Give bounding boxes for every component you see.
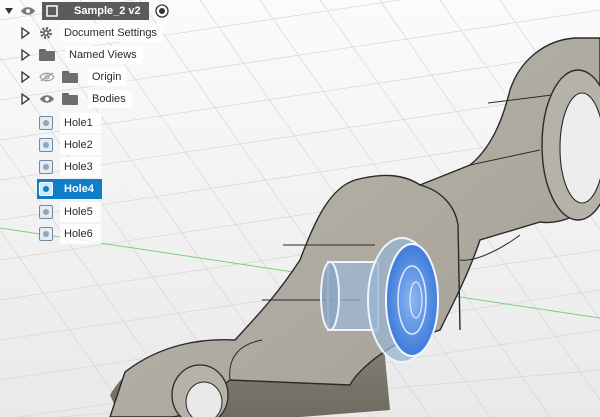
document-title: Sample_2 v2: [74, 5, 141, 17]
body-item-label: Hole6: [60, 224, 101, 244]
body-item-hole6[interactable]: Hole6: [0, 224, 101, 244]
document-node[interactable]: Sample_2 v2: [42, 2, 149, 20]
visibility-eye-icon[interactable]: [20, 6, 36, 16]
browser-item-origin[interactable]: Origin: [0, 67, 128, 87]
folder-icon: [39, 49, 55, 61]
body-item-label: Hole4: [60, 179, 102, 199]
collapse-arrow-icon[interactable]: [4, 5, 14, 17]
browser-item-named-views[interactable]: Named Views: [0, 45, 143, 65]
body-item-hole1[interactable]: Hole1: [0, 113, 101, 133]
body-icon: [39, 205, 53, 219]
body-item-label: Hole5: [60, 202, 101, 222]
document-icon: [46, 5, 58, 17]
body-item-label: Hole3: [60, 157, 101, 177]
active-target-icon[interactable]: [155, 4, 169, 18]
body-icon: [39, 227, 53, 241]
browser-root[interactable]: Sample_2 v2: [0, 1, 169, 21]
gear-icon: [39, 26, 53, 40]
hidden-eye-icon[interactable]: [39, 72, 55, 82]
expand-arrow-icon[interactable]: [20, 93, 30, 105]
expand-arrow-icon[interactable]: [20, 27, 30, 39]
body-item-label: Hole2: [60, 135, 101, 155]
body-item-hole5[interactable]: Hole5: [0, 202, 101, 222]
folder-icon: [62, 93, 78, 105]
body-item-hole2[interactable]: Hole2: [0, 135, 101, 155]
body-icon: [39, 160, 53, 174]
folder-icon: [62, 71, 78, 83]
expand-arrow-icon[interactable]: [20, 49, 30, 61]
browser-panel: Sample_2 v2 Document Settings Named View…: [0, 0, 600, 417]
body-item-hole4[interactable]: Hole4: [37, 179, 102, 199]
body-item-hole3[interactable]: Hole3: [0, 157, 101, 177]
body-icon: [39, 116, 53, 130]
expand-arrow-icon[interactable]: [20, 71, 30, 83]
browser-item-label: Origin: [88, 68, 128, 86]
browser-item-label: Bodies: [88, 90, 132, 108]
browser-item-document-settings[interactable]: Document Settings: [0, 23, 163, 43]
browser-item-label: Named Views: [65, 46, 143, 64]
body-item-label: Hole1: [60, 113, 101, 133]
browser-item-bodies[interactable]: Bodies: [0, 89, 132, 109]
body-icon: [39, 182, 53, 196]
body-icon: [39, 138, 53, 152]
visibility-eye-icon[interactable]: [39, 94, 55, 104]
browser-item-label: Document Settings: [60, 24, 163, 42]
